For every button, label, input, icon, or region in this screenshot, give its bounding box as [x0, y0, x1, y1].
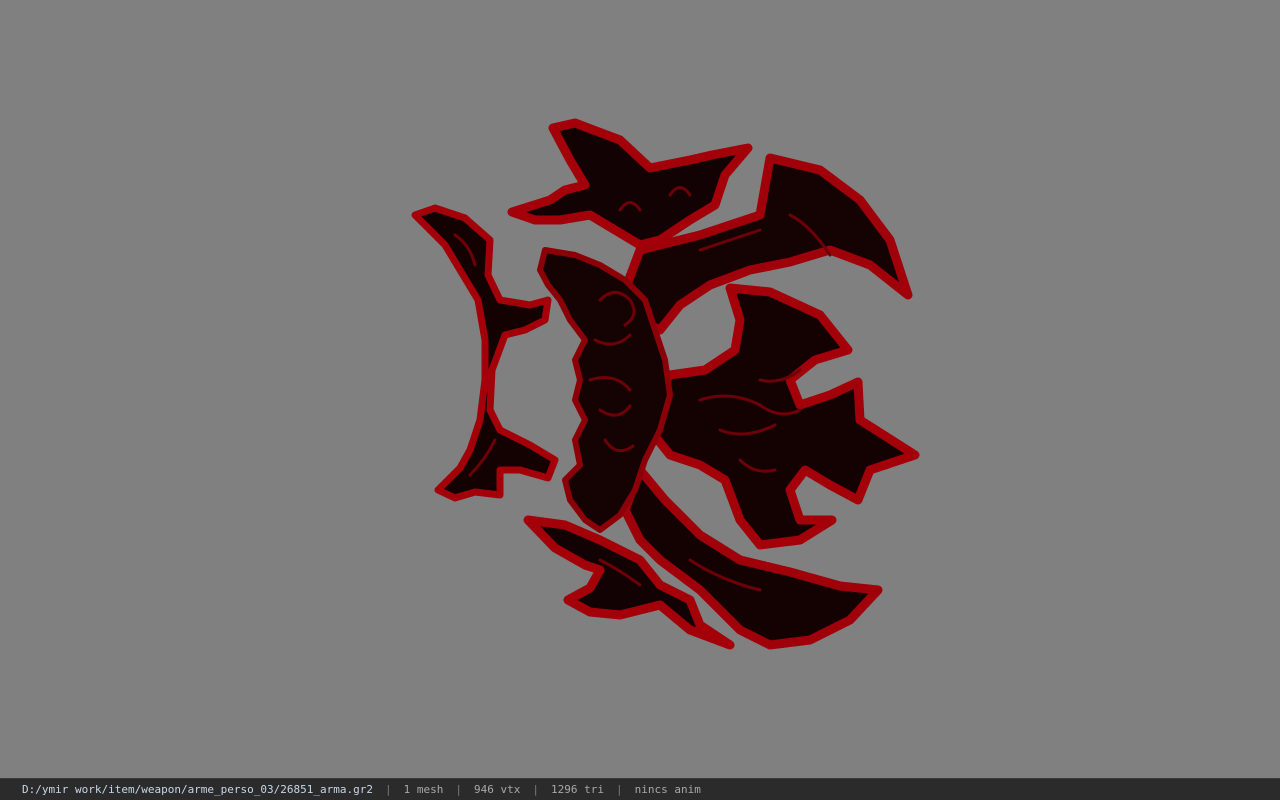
mesh-count-label: 1 mesh [403, 783, 444, 796]
status-separator: | [455, 783, 462, 796]
3d-viewport[interactable] [0, 0, 1280, 778]
status-bar: D:/ymir work/item/weapon/arme_perso_03/2… [0, 778, 1280, 800]
status-separator: | [532, 783, 539, 796]
file-path-label: D:/ymir work/item/weapon/arme_perso_03/2… [22, 783, 373, 796]
animation-status-label: nincs anim [634, 783, 701, 796]
vertex-count-label: 946 vtx [474, 783, 521, 796]
triangle-count-label: 1296 tri [550, 783, 604, 796]
status-separator: | [615, 783, 623, 796]
status-separator: | [385, 783, 392, 796]
weapon-model [411, 118, 920, 650]
weapon-right-blade [645, 283, 920, 550]
